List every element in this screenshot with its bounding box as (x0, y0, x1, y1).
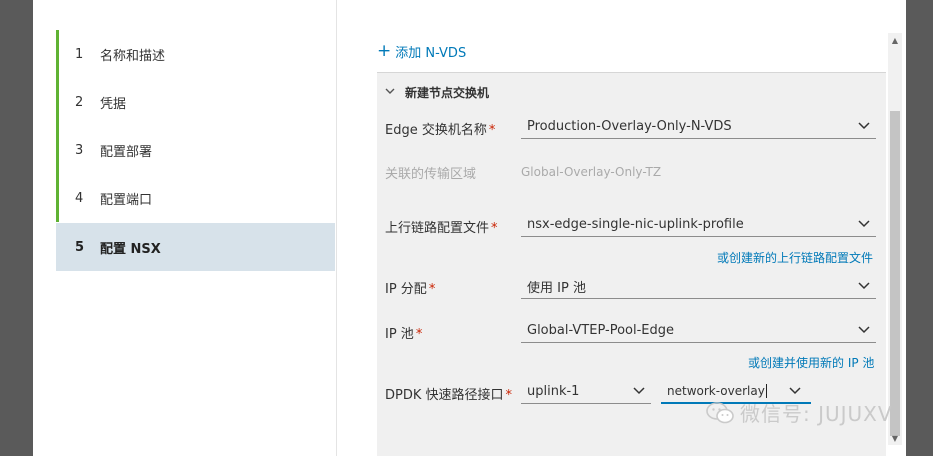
create-uplink-profile-link[interactable]: 或创建新的上行链路配置文件 (717, 249, 873, 266)
chevron-down-icon (858, 279, 870, 291)
ip-assignment-select[interactable]: 使用 IP 池 (521, 275, 876, 299)
uplink-profile-select[interactable]: nsx-edge-single-nic-uplink-profile (521, 213, 876, 237)
dpdk-uplink-value: uplink-1 (527, 384, 580, 399)
add-nvds-link[interactable]: + 添加 N-VDS (377, 41, 467, 62)
step-complete-bar (56, 78, 59, 126)
chevron-down-icon (858, 119, 870, 131)
step-number: 1 (75, 46, 84, 62)
required-mark: * (491, 221, 498, 236)
step-complete-bar (56, 126, 59, 174)
add-nvds-label: 添加 N-VDS (395, 46, 467, 61)
transport-zone-label: 关联的传输区域 (385, 167, 477, 182)
step-number: 3 (75, 142, 84, 158)
step-complete-bar (56, 174, 59, 222)
chevron-down-icon (633, 384, 645, 396)
required-mark: * (505, 388, 513, 403)
step-label: 配置端口 (100, 192, 153, 208)
ip-pool-value: Global-VTEP-Pool-Edge (527, 323, 674, 338)
section-header[interactable]: 新建节点交换机 (385, 84, 489, 101)
scroll-down-icon[interactable]: ▼ (888, 431, 902, 445)
config-pane: + 添加 N-VDS 新建节点交换机 Edge 交换机名称 * Productio… (337, 0, 906, 456)
edge-switch-select[interactable]: Production-Overlay-Only-N-VDS (521, 115, 876, 139)
uplink-profile-label: 上行链路配置文件 * (385, 217, 498, 236)
step-deployment[interactable]: 3 配置部署 (56, 126, 335, 174)
transport-zone-value: Global-Overlay-Only-TZ (521, 165, 662, 179)
chevron-down-icon (385, 86, 395, 99)
wechat-logo-icon (706, 401, 734, 423)
step-number: 2 (75, 94, 84, 110)
step-credentials[interactable]: 2 凭据 (56, 78, 335, 126)
step-complete-bar (56, 30, 59, 78)
section-title: 新建节点交换机 (405, 86, 490, 100)
chevron-down-icon (858, 217, 870, 229)
step-ports[interactable]: 4 配置端口 (56, 174, 335, 222)
create-ip-pool-link[interactable]: 或创建并使用新的 IP 池 (748, 354, 874, 371)
edge-switch-label: Edge 交换机名称 * (385, 119, 495, 138)
dpdk-label: DPDK 快速路径接口 * (385, 384, 512, 403)
watermark-text: 微信号: JUJUXV (740, 402, 893, 426)
plus-icon: + (377, 41, 392, 61)
required-mark: * (488, 123, 496, 138)
edge-switch-label-text: Edge 交换机名称 (385, 123, 487, 138)
chevron-down-icon (858, 323, 870, 335)
ip-pool-label-text: IP 池 (385, 327, 414, 342)
ip-pool-select[interactable]: Global-VTEP-Pool-Edge (521, 319, 876, 343)
uplink-profile-value: nsx-edge-single-nic-uplink-profile (527, 217, 744, 232)
dpdk-uplink-select[interactable]: uplink-1 (521, 380, 651, 404)
ip-assignment-label-text: IP 分配 (385, 282, 427, 297)
step-number: 4 (75, 190, 84, 206)
wizard-modal: 1 名称和描述 2 凭据 3 配置部署 4 配置端口 5 配置 NSX + 添加… (33, 0, 906, 456)
uplink-profile-label-text: 上行链路配置文件 (385, 221, 490, 236)
step-label: 配置部署 (100, 144, 153, 160)
ip-assignment-value: 使用 IP 池 (527, 281, 586, 296)
backdrop-left (0, 0, 33, 456)
dpdk-label-text: DPDK 快速路径接口 (385, 388, 504, 403)
step-name-description[interactable]: 1 名称和描述 (56, 30, 335, 78)
scroll-up-icon[interactable]: ▲ (888, 33, 902, 47)
chevron-down-icon (789, 384, 801, 396)
backdrop-right (906, 0, 933, 456)
edge-switch-value: Production-Overlay-Only-N-VDS (527, 119, 732, 134)
step-label: 配置 NSX (100, 241, 161, 257)
step-active-bar (56, 223, 59, 271)
dpdk-interface-value: network-overlay (667, 384, 765, 398)
step-nsx[interactable]: 5 配置 NSX (56, 223, 335, 271)
vertical-scrollbar[interactable]: ▲ ▼ (888, 33, 902, 445)
required-mark: * (428, 282, 436, 297)
scrollbar-thumb[interactable] (890, 111, 900, 436)
step-number: 5 (75, 239, 85, 255)
ip-assignment-label: IP 分配 * (385, 278, 435, 297)
ip-pool-label: IP 池 * (385, 323, 422, 342)
required-mark: * (415, 327, 423, 342)
step-label: 凭据 (100, 96, 127, 112)
wizard-stepper: 1 名称和描述 2 凭据 3 配置部署 4 配置端口 5 配置 NSX (33, 0, 337, 456)
text-cursor (765, 384, 767, 398)
step-label: 名称和描述 (100, 48, 166, 64)
wechat-watermark: 微信号: JUJUXV (706, 398, 893, 427)
